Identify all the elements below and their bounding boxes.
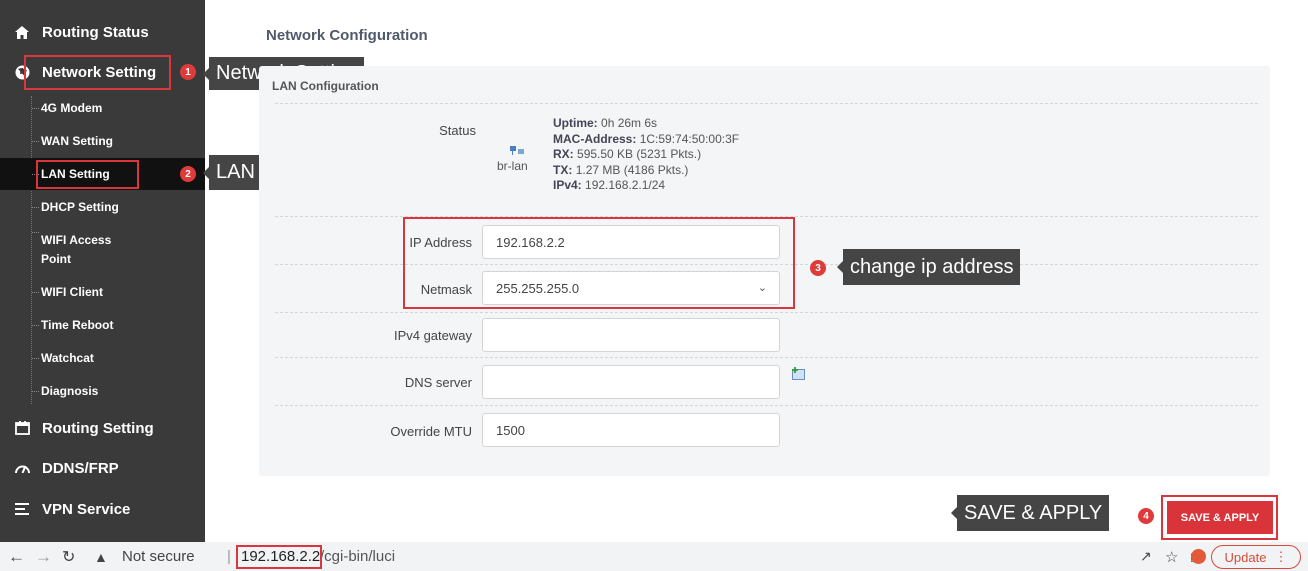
mtu-input[interactable]: 1500 (482, 413, 780, 447)
status-label: Status (439, 123, 476, 138)
subitem-label: WIFI Client (41, 285, 103, 299)
callout-change-ip: change ip address (836, 249, 1021, 285)
save-apply-button[interactable]: SAVE & APPLY (1167, 501, 1273, 534)
mtu-label: Override MTU (390, 424, 472, 439)
sidebar-item-label: DDNS/FRP (42, 459, 119, 477)
sidebar-item-routing-setting[interactable]: Routing Setting (0, 408, 205, 448)
interface-name: br-lan (497, 159, 528, 173)
interface-info: br-lan (497, 146, 528, 173)
reload-icon[interactable]: ↻ (62, 542, 75, 571)
sidebar-item-vpn-service[interactable]: VPN Service (0, 489, 205, 529)
highlight-ip-fields (403, 217, 795, 309)
ipv4-value: 192.168.2.1/24 (585, 178, 666, 192)
network-interface-icon (507, 146, 528, 159)
forward-icon[interactable]: → (35, 542, 52, 571)
callout-save-apply: SAVE & APPLY (950, 495, 1110, 531)
subitem-label: Point (41, 252, 71, 266)
uptime-value: 0h 26m 6s (601, 116, 658, 130)
browser-address-bar: ← → ↻ ▲ Not secure | 192.168.2.2 /cgi-bi… (0, 542, 1308, 571)
list-icon (14, 501, 30, 517)
not-secure-label[interactable]: Not secure (122, 542, 195, 571)
divider (275, 103, 1258, 104)
step-badge-2: 2 (180, 166, 196, 182)
divider (275, 405, 1258, 406)
sidebar-item-label: Routing Status (42, 23, 149, 41)
mac-value: 1C:59:74:50:00:3F (639, 131, 740, 146)
step-badge-1: 1 (180, 64, 196, 80)
step-badge-3: 3 (810, 260, 826, 276)
highlight-lan-setting (36, 160, 139, 189)
dns-input[interactable] (482, 365, 780, 399)
calendar-icon (14, 420, 30, 436)
url-path[interactable]: /cgi-bin/luci (320, 542, 395, 571)
speedometer-icon (14, 460, 30, 476)
subitem-label: WIFI Access (41, 233, 112, 247)
sidebar-subitem-wifi-client[interactable]: WIFI Client (0, 276, 205, 308)
gateway-label: IPv4 gateway (393, 328, 472, 343)
divider (275, 312, 1258, 313)
sidebar-item-label: Routing Setting (42, 419, 154, 437)
url-separator: | (227, 548, 231, 565)
tx-value: 1.27 MB (4186 Pkts.) (575, 162, 689, 177)
rx-value: 595.50 KB (5231 Pkts.) (577, 147, 702, 161)
add-dns-icon[interactable] (792, 367, 806, 385)
highlight-network-setting (24, 55, 171, 90)
divider (275, 357, 1258, 358)
section-title: LAN Configuration (272, 79, 379, 93)
status-details: Uptime: 0h 26m 6s MAC-Address: 1C:59:74:… (553, 116, 740, 192)
subitem-label: Time Reboot (41, 318, 114, 332)
step-badge-4: 4 (1138, 508, 1154, 524)
sidebar-subitem-4g-modem[interactable]: 4G Modem (0, 92, 205, 124)
highlight-url (236, 545, 322, 569)
page-title: Network Configuration (266, 27, 428, 44)
warning-icon: ▲ (94, 548, 108, 565)
sidebar-subitem-time-reboot[interactable]: Time Reboot (0, 309, 205, 341)
subitem-label: Watchcat (41, 351, 94, 365)
sidebar-item-routing-status[interactable]: Routing Status (0, 12, 205, 52)
back-icon[interactable]: ← (8, 542, 25, 571)
gateway-input[interactable] (482, 318, 780, 352)
sidebar-item-label: VPN Service (42, 500, 131, 518)
dns-label: DNS server (404, 375, 472, 390)
sidebar-subitem-wifi-access-point[interactable]: WIFI Access Point (0, 214, 205, 272)
more-icon: ⋮ (1274, 549, 1288, 564)
sidebar-subitem-diagnosis[interactable]: Diagnosis (0, 375, 205, 407)
home-icon (14, 24, 30, 40)
subitem-label: 4G Modem (41, 101, 103, 115)
sidebar-subitem-wan-setting[interactable]: WAN Setting (0, 125, 205, 157)
update-button[interactable]: Update ⋮ (1211, 545, 1301, 569)
subitem-label: Diagnosis (41, 384, 99, 398)
profile-avatar[interactable] (1191, 549, 1206, 564)
sidebar-subitem-watchcat[interactable]: Watchcat (0, 342, 205, 374)
share-icon[interactable]: ↗ (1140, 542, 1152, 571)
subitem-label: WAN Setting (41, 134, 113, 148)
sidebar-item-ddns-frp[interactable]: DDNS/FRP (0, 448, 205, 488)
star-icon[interactable]: ☆ (1165, 542, 1178, 571)
